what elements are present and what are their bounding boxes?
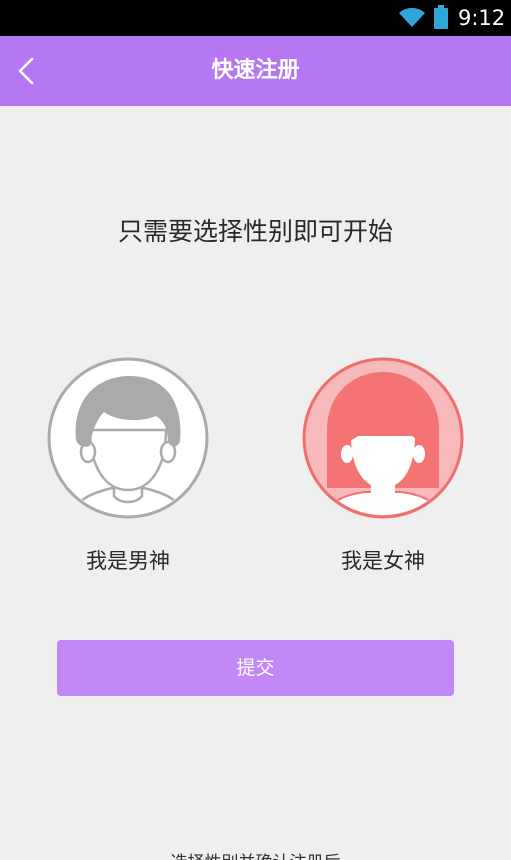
gender-prompt: 只需要选择性别即可开始 bbox=[117, 217, 393, 246]
female-label: 我是女神 bbox=[341, 549, 425, 573]
registration-screen: 9:12 快速注册 只需要选择性别即可开始 我是男神 我是女神 提交 bbox=[0, 0, 511, 860]
wifi-icon bbox=[399, 7, 425, 28]
battery-icon bbox=[434, 5, 448, 29]
submit-button[interactable]: 提交 bbox=[57, 640, 454, 696]
back-button[interactable] bbox=[6, 50, 46, 92]
female-avatar-icon bbox=[302, 357, 464, 519]
status-time: 9:12 bbox=[458, 6, 506, 30]
footer-note: 选择性别并确认注册后 bbox=[0, 851, 511, 860]
page-title: 快速注册 bbox=[211, 58, 300, 83]
female-option[interactable]: 我是女神 bbox=[301, 356, 465, 586]
status-bar: 9:12 bbox=[0, 0, 511, 36]
male-option[interactable]: 我是男神 bbox=[46, 356, 210, 586]
male-avatar-icon bbox=[47, 357, 209, 519]
male-label: 我是男神 bbox=[86, 549, 170, 573]
chevron-left-icon bbox=[18, 57, 34, 85]
app-bar: 快速注册 bbox=[0, 36, 511, 106]
